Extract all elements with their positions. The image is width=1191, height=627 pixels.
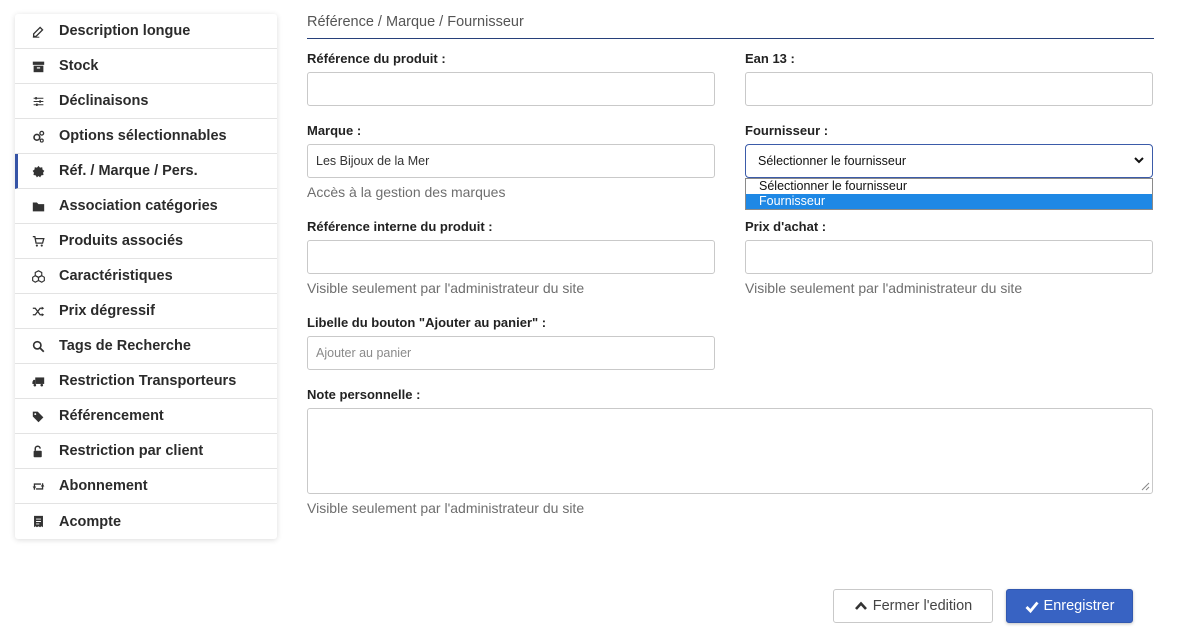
close-edit-button[interactable]: Fermer l'edition	[833, 589, 993, 623]
search-icon	[31, 339, 45, 353]
sidebar-item-abonnement[interactable]: Abonnement	[15, 469, 277, 504]
fournisseur-selected-value: Sélectionner le fournisseur	[758, 154, 906, 168]
save-button[interactable]: Enregistrer	[1006, 589, 1133, 623]
ref-interne-label: Référence interne du produit :	[307, 219, 493, 234]
fournisseur-option-placeholder[interactable]: Sélectionner le fournisseur	[746, 179, 1152, 194]
close-edit-label: Fermer l'edition	[872, 598, 973, 614]
sidebar-item-label: Tags de Recherche	[59, 338, 191, 354]
ean-label: Ean 13 :	[745, 51, 795, 66]
note-label: Note personnelle :	[307, 387, 421, 402]
chevron-down-icon	[1134, 157, 1144, 164]
resize-grip-icon[interactable]	[1141, 482, 1150, 491]
unlock-icon	[31, 444, 45, 458]
folder-icon	[31, 199, 45, 213]
section-title: Référence / Marque / Fournisseur	[307, 14, 1154, 39]
sidebar-item-label: Réf. / Marque / Pers.	[59, 163, 198, 179]
sidebar-item-label: Acompte	[59, 513, 122, 530]
sidebar-item-ref-marque-pers[interactable]: Réf. / Marque / Pers.	[15, 154, 277, 189]
sliders-icon	[31, 94, 45, 108]
note-textarea[interactable]	[307, 408, 1153, 494]
libelle-bouton-input[interactable]: Ajouter au panier	[307, 336, 715, 370]
sidebar-item-label: Référencement	[59, 408, 164, 424]
sidebar-item-options-selectionnables[interactable]: Options sélectionnables	[15, 119, 277, 154]
cubes-icon	[31, 269, 45, 283]
sidebar-menu: Description longue Stock Déclinaisons Op…	[15, 14, 277, 539]
archive-icon	[31, 59, 45, 73]
sidebar-item-label: Association catégories	[59, 198, 218, 214]
chevron-up-icon	[854, 599, 868, 613]
sidebar-item-label: Produits associés	[59, 233, 184, 249]
sidebar-item-label: Restriction Transporteurs	[59, 373, 237, 389]
sidebar-item-caracteristiques[interactable]: Caractéristiques	[15, 259, 277, 294]
cart-icon	[31, 234, 45, 248]
sidebar-item-label: Options sélectionnables	[59, 128, 227, 144]
sidebar-item-restriction-transporteurs[interactable]: Restriction Transporteurs	[15, 364, 277, 399]
sidebar-item-declinaisons[interactable]: Déclinaisons	[15, 84, 277, 119]
check-icon	[1025, 599, 1039, 614]
sidebar-item-description-longue[interactable]: Description longue	[15, 14, 277, 49]
prix-achat-help: Visible seulement par l'administrateur d…	[745, 280, 1023, 296]
random-icon	[31, 304, 45, 318]
sidebar-item-label: Stock	[59, 58, 99, 74]
retweet-icon	[31, 479, 45, 493]
sidebar-item-produits-associes[interactable]: Produits associés	[15, 224, 277, 259]
sidebar-item-tags-de-recherche[interactable]: Tags de Recherche	[15, 329, 277, 364]
sidebar-item-prix-degressif[interactable]: Prix dégressif	[15, 294, 277, 329]
ref-interne-help: Visible seulement par l'administrateur d…	[307, 280, 585, 296]
reference-input[interactable]	[307, 72, 715, 106]
sidebar-item-stock[interactable]: Stock	[15, 49, 277, 84]
sidebar-item-label: Prix dégressif	[59, 303, 155, 319]
libelle-bouton-label: Libelle du bouton "Ajouter au panier" :	[307, 315, 547, 330]
cogs-icon	[31, 129, 45, 143]
edit-icon	[31, 24, 45, 38]
marque-label: Marque :	[307, 123, 362, 138]
sidebar-item-label: Restriction par client	[59, 443, 204, 459]
sidebar-item-label: Abonnement	[59, 478, 148, 494]
prix-achat-input[interactable]	[745, 240, 1153, 274]
fournisseur-label: Fournisseur :	[745, 123, 829, 138]
tags-icon	[31, 409, 45, 423]
prix-achat-label: Prix d'achat :	[745, 219, 827, 234]
marque-input[interactable]: Les Bijoux de la Mer	[307, 144, 715, 178]
receipt-icon	[31, 515, 45, 529]
fournisseur-dropdown: Sélectionner le fournisseur Fournisseur	[745, 178, 1153, 210]
fournisseur-option-fournisseur[interactable]: Fournisseur	[746, 194, 1152, 209]
sidebar-item-acompte[interactable]: Acompte	[15, 504, 277, 539]
save-label: Enregistrer	[1043, 598, 1115, 614]
note-help: Visible seulement par l'administrateur d…	[307, 500, 585, 516]
sidebar-item-label: Description longue	[59, 23, 191, 39]
sidebar-item-label: Caractéristiques	[59, 268, 173, 284]
fournisseur-select[interactable]: Sélectionner le fournisseur	[745, 144, 1153, 178]
sidebar-item-referencement[interactable]: Référencement	[15, 399, 277, 434]
certificate-icon	[31, 164, 45, 178]
marque-management-link[interactable]: Accès à la gestion des marques	[307, 184, 505, 200]
sidebar-item-restriction-par-client[interactable]: Restriction par client	[15, 434, 277, 469]
ref-interne-input[interactable]	[307, 240, 715, 274]
truck-icon	[31, 374, 45, 388]
sidebar-item-label: Déclinaisons	[59, 93, 149, 109]
reference-label: Référence du produit :	[307, 51, 446, 66]
ean-input[interactable]	[745, 72, 1153, 106]
sidebar-item-association-categories[interactable]: Association catégories	[15, 189, 277, 224]
